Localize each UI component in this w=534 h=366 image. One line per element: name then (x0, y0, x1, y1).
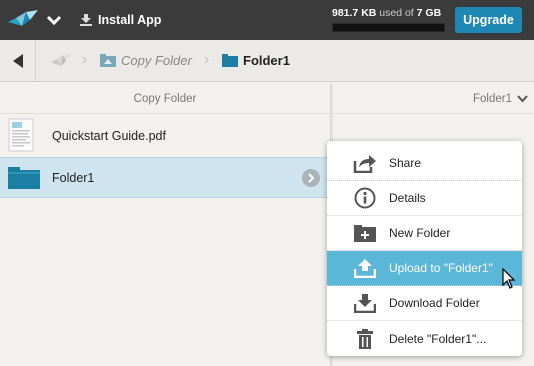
storage-quota-bar (332, 23, 445, 32)
menu-item-details[interactable]: Details (327, 181, 522, 216)
breadcrumb-folder1-label: Folder1 (243, 53, 290, 68)
list-item-selected[interactable]: Folder1 (0, 157, 330, 198)
quota-total: 7 GB (416, 7, 442, 19)
crane-logo-icon[interactable] (6, 8, 40, 32)
menu-item-share[interactable]: Share (327, 146, 522, 181)
quota-mid-text: used of (379, 7, 414, 19)
column-header-folder1[interactable]: Folder1 (333, 84, 534, 114)
quota-used: 981.7 KB (332, 7, 377, 19)
mouse-cursor-icon (502, 268, 516, 289)
breadcrumb-item-copy-folder[interactable]: Copy Folder (100, 53, 192, 68)
upload-icon (353, 256, 377, 280)
menu-item-label: Details (389, 191, 426, 205)
column-header-folder1-label: Folder1 (473, 92, 512, 105)
menu-item-download-folder[interactable]: Download Folder (327, 286, 522, 321)
install-app-button[interactable]: Install App (80, 10, 161, 30)
breadcrumb-item-folder1[interactable]: Folder1 (222, 53, 290, 68)
pdf-file-icon (8, 118, 34, 155)
breadcrumb-separator-icon: › (82, 51, 88, 68)
upgrade-button[interactable]: Upgrade (455, 7, 522, 33)
breadcrumb-separator-icon: › (204, 51, 210, 68)
menu-item-label: Delete "Folder1"... (389, 331, 487, 346)
download-icon (353, 291, 377, 315)
share-icon (353, 151, 377, 175)
menu-item-label: Download Folder (389, 296, 480, 310)
back-arrow-icon (12, 53, 23, 68)
breadcrumb-copy-folder-label: Copy Folder (121, 53, 192, 68)
chevron-right-icon[interactable] (302, 169, 320, 187)
menu-item-label: Share (389, 156, 422, 170)
folder-icon (8, 167, 40, 192)
context-menu: Share Details New Folder Upload to "Fold… (327, 141, 522, 356)
breadcrumb: › Copy Folder › Folder1 (0, 40, 534, 82)
download-icon (80, 14, 92, 26)
storage-quota-text: 981.7 KB used of 7 GB (332, 7, 441, 19)
menu-item-label: New Folder (389, 226, 451, 240)
chevron-down-icon (517, 94, 528, 102)
list-item[interactable]: Quickstart Guide.pdf (0, 116, 330, 156)
back-button[interactable] (0, 40, 36, 81)
menu-item-new-folder[interactable]: New Folder (327, 216, 522, 251)
folder-shared-icon (100, 54, 116, 67)
home-crane-icon[interactable] (50, 52, 72, 70)
top-bar: Install App 981.7 KB used of 7 GB Upgrad… (0, 0, 534, 40)
trash-icon (353, 327, 377, 351)
menu-item-upload[interactable]: Upload to "Folder1" (327, 251, 522, 286)
chevron-down-icon[interactable] (44, 11, 64, 29)
folder-icon (222, 54, 238, 67)
file-name: Quickstart Guide.pdf (52, 129, 166, 143)
info-icon (353, 186, 377, 210)
menu-item-delete[interactable]: Delete "Folder1"... (327, 321, 522, 356)
column-header-copy-folder[interactable]: Copy Folder (0, 84, 330, 114)
new-folder-icon (353, 221, 377, 245)
menu-item-label: Upload to "Folder1" (389, 261, 493, 275)
folder-name: Folder1 (52, 170, 95, 185)
install-app-label: Install App (98, 13, 162, 27)
